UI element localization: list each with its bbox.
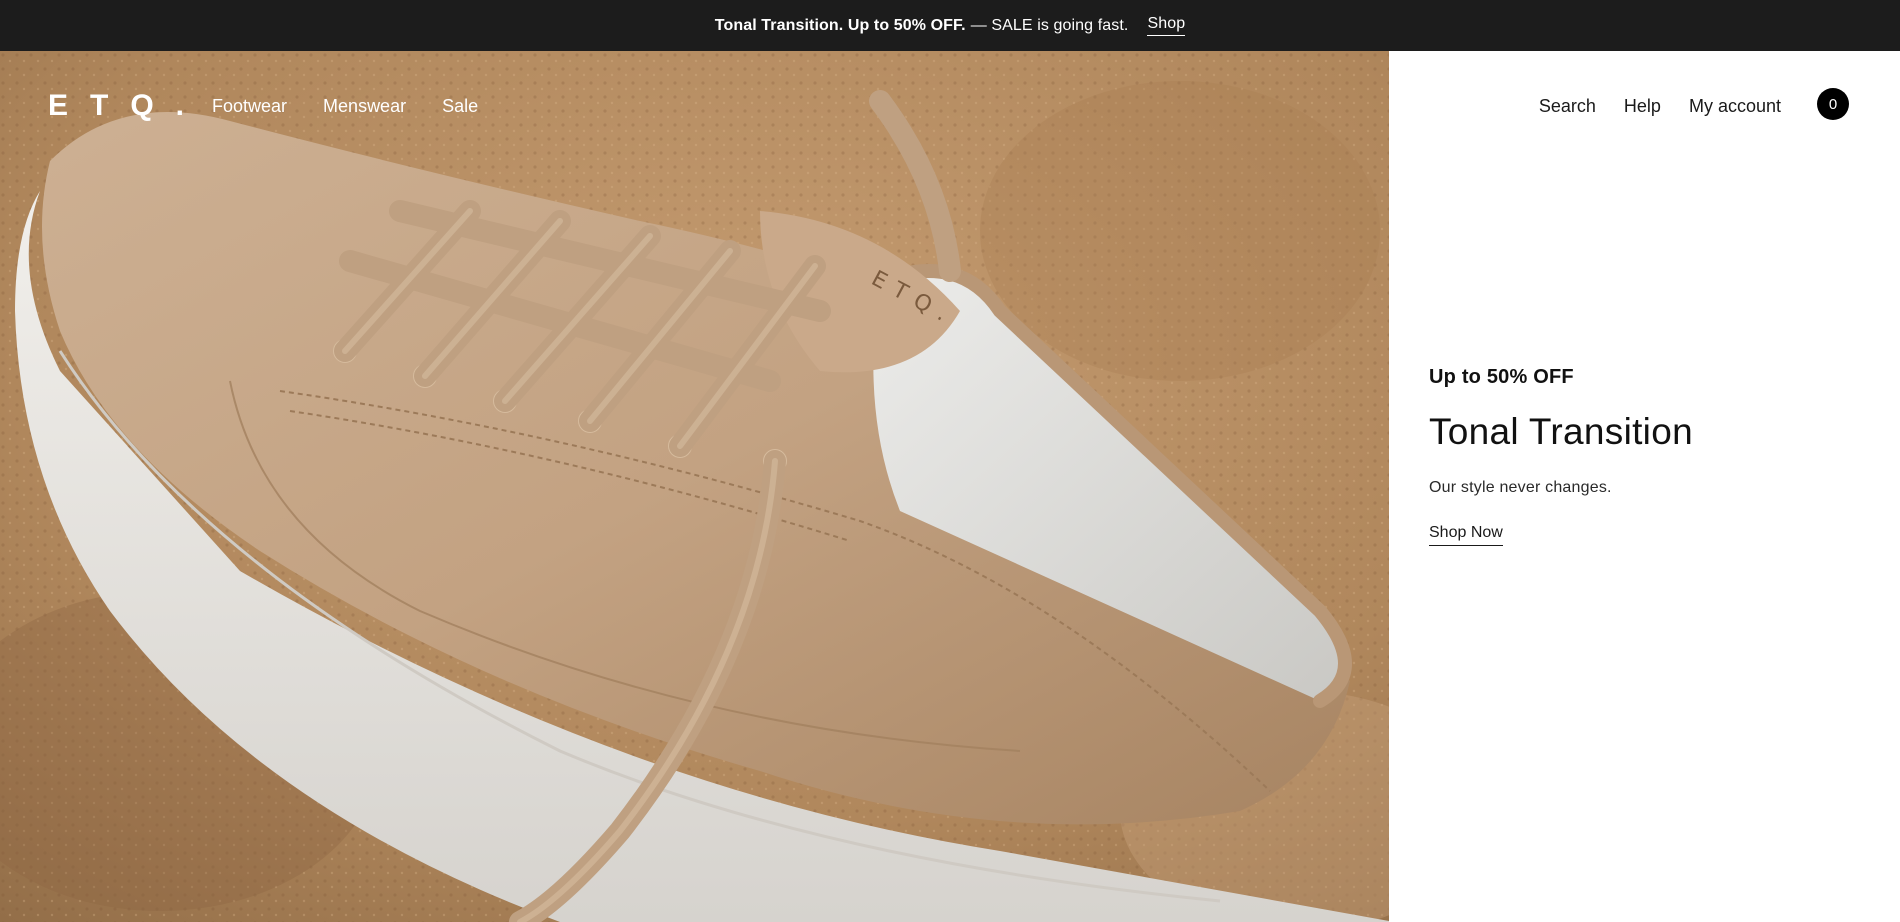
sneaker-illustration: ETQ. bbox=[0, 51, 1389, 922]
help-link[interactable]: Help bbox=[1624, 96, 1661, 117]
announcement-shop-link[interactable]: Shop bbox=[1147, 15, 1186, 36]
announcement-bar: Tonal Transition. Up to 50% OFF. — SALE … bbox=[0, 0, 1900, 51]
etq-logo[interactable]: ETQ. bbox=[48, 87, 206, 125]
search-link[interactable]: Search bbox=[1539, 96, 1596, 117]
announcement-bold-text: Tonal Transition. Up to 50% OFF. bbox=[714, 16, 966, 34]
nav-menswear[interactable]: Menswear bbox=[323, 96, 406, 117]
promo-eyebrow: Up to 50% OFF bbox=[1429, 366, 1574, 388]
promo-headline: Tonal Transition bbox=[1429, 411, 1693, 452]
main-nav: Footwear Menswear Sale bbox=[212, 96, 478, 117]
announcement-text: — SALE is going fast. bbox=[970, 16, 1129, 34]
nav-footwear[interactable]: Footwear bbox=[212, 96, 287, 117]
promo-content: Up to 50% OFF Tonal Transition Our style… bbox=[1429, 366, 1849, 546]
hero-image: ETQ. bbox=[0, 51, 1389, 922]
nav-sale[interactable]: Sale bbox=[442, 96, 478, 117]
shop-now-link[interactable]: Shop Now bbox=[1429, 524, 1503, 546]
promo-subtitle: Our style never changes. bbox=[1429, 479, 1612, 496]
cart-badge[interactable]: 0 bbox=[1817, 88, 1849, 120]
utility-nav: Search Help My account bbox=[1539, 96, 1781, 117]
my-account-link[interactable]: My account bbox=[1689, 96, 1781, 117]
